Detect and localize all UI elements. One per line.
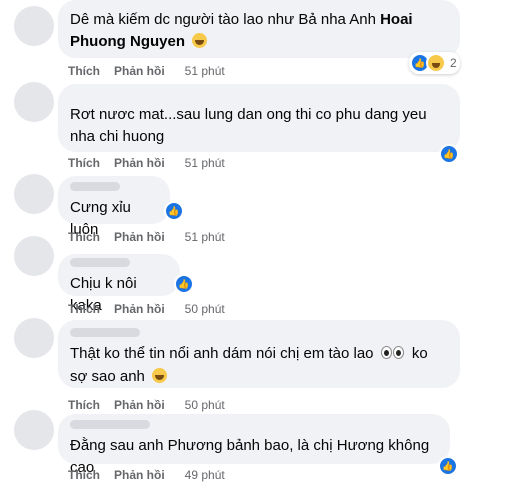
comment-timestamp[interactable]: 51 phút bbox=[185, 64, 225, 78]
comment-actions: Thích Phản hồi 50 phút bbox=[68, 398, 225, 412]
avatar[interactable] bbox=[14, 410, 54, 450]
comment-text: Thật ko thể tin nổi anh dám nói chị em t… bbox=[70, 343, 448, 388]
reply-button[interactable]: Phản hồi bbox=[114, 230, 165, 244]
like-reaction-icon[interactable]: 👍 bbox=[439, 144, 459, 164]
comment-text: Dê mà kiếm dc người tào lao như Bả nha A… bbox=[70, 9, 448, 53]
haha-reaction-icon bbox=[426, 53, 446, 73]
reaction-summary[interactable]: 👍 2 bbox=[409, 52, 460, 74]
blurred-author-name bbox=[70, 420, 150, 429]
like-button[interactable]: Thích bbox=[68, 468, 100, 482]
comment-actions: Thích Phản hồi 50 phút bbox=[68, 302, 225, 316]
blurred-author-name bbox=[70, 258, 130, 267]
blurred-author-name bbox=[70, 328, 140, 337]
scrollbar[interactable] bbox=[501, 0, 505, 478]
grinning-emoji-icon bbox=[192, 33, 208, 48]
comment-timestamp[interactable]: 51 phút bbox=[185, 156, 225, 170]
grinning-emoji-icon bbox=[152, 368, 168, 383]
comment-bubble: Dê mà kiếm dc người tào lao như Bả nha A… bbox=[58, 0, 460, 58]
reaction-count: 2 bbox=[450, 56, 457, 70]
comment-actions: Thích Phản hồi 51 phút bbox=[68, 230, 225, 244]
like-button[interactable]: Thích bbox=[68, 156, 100, 170]
avatar[interactable] bbox=[14, 82, 54, 122]
like-button[interactable]: Thích bbox=[68, 230, 100, 244]
comment-timestamp[interactable]: 50 phút bbox=[185, 398, 225, 412]
reply-button[interactable]: Phản hồi bbox=[114, 398, 165, 412]
like-reaction-icon[interactable]: 👍 bbox=[174, 274, 194, 294]
like-reaction-icon[interactable]: 👍 bbox=[164, 201, 184, 221]
avatar[interactable] bbox=[14, 318, 54, 358]
like-reaction-icon[interactable]: 👍 bbox=[438, 456, 458, 476]
reply-button[interactable]: Phản hồi bbox=[114, 64, 165, 78]
comment-actions: Thích Phản hồi 49 phút bbox=[68, 468, 225, 482]
reply-button[interactable]: Phản hồi bbox=[114, 468, 165, 482]
blurred-author-name bbox=[70, 182, 120, 191]
reply-button[interactable]: Phản hồi bbox=[114, 156, 165, 170]
comment-text-body: Dê mà kiếm dc người tào lao như Bả nha A… bbox=[70, 11, 381, 28]
comment-text-body: Thật ko thể tin nổi anh dám nói chị em t… bbox=[70, 345, 374, 362]
comment-actions: Thích Phản hồi 51 phút bbox=[68, 156, 225, 170]
comment-text: Rơt nươc mat...sau lung dan ong thi co p… bbox=[70, 106, 427, 145]
comment-bubble: Thật ko thể tin nổi anh dám nói chị em t… bbox=[58, 320, 460, 388]
comment-bubble: Đằng sau anh Phương bảnh bao, là chị Hươ… bbox=[58, 414, 450, 476]
avatar[interactable] bbox=[14, 236, 54, 276]
like-button[interactable]: Thích bbox=[68, 302, 100, 316]
reply-button[interactable]: Phản hồi bbox=[114, 302, 165, 316]
comment-actions: Thích Phản hồi 51 phút bbox=[68, 64, 225, 78]
comment-bubble: Cưng xỉu luôn bbox=[58, 176, 170, 238]
comment-timestamp[interactable]: 51 phút bbox=[185, 230, 225, 244]
comment-timestamp[interactable]: 50 phút bbox=[185, 302, 225, 316]
comment-timestamp[interactable]: 49 phút bbox=[185, 468, 225, 482]
comment-bubble: Rơt nươc mat...sau lung dan ong thi co p… bbox=[58, 84, 460, 152]
like-button[interactable]: Thích bbox=[68, 398, 100, 412]
eyes-emoji-icon bbox=[380, 344, 405, 366]
comment-bubble: Chịu k nôi kaka bbox=[58, 254, 180, 314]
avatar[interactable] bbox=[14, 174, 54, 214]
avatar[interactable] bbox=[14, 6, 54, 46]
like-button[interactable]: Thích bbox=[68, 64, 100, 78]
